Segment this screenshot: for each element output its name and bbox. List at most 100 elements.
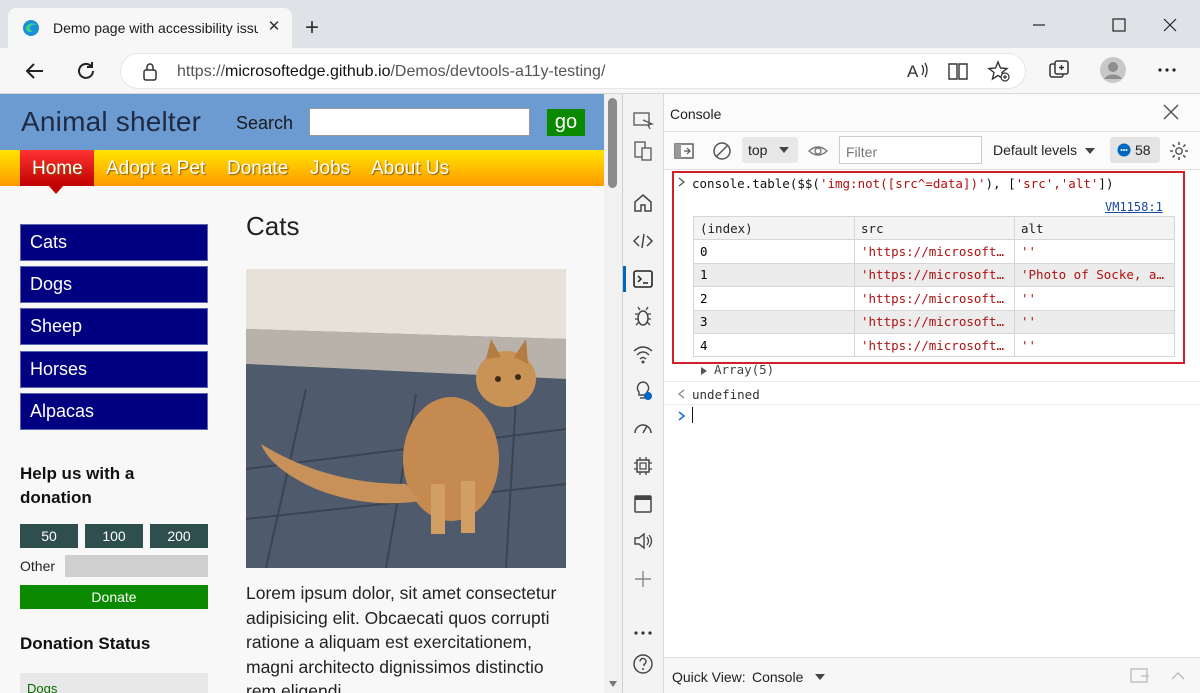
table-header[interactable]: (index) bbox=[693, 215, 855, 241]
nav-item-donate[interactable]: Donate bbox=[227, 158, 288, 180]
table-header[interactable]: src bbox=[854, 215, 1015, 241]
refresh-icon[interactable] bbox=[73, 58, 99, 84]
context-value: top bbox=[748, 142, 768, 158]
search-input[interactable] bbox=[309, 108, 530, 136]
message-count-badge[interactable]: 58 bbox=[1110, 137, 1160, 163]
back-arrow-icon[interactable] bbox=[22, 58, 48, 84]
sidebar-item-alpacas[interactable]: Alpacas bbox=[20, 393, 208, 430]
table-header[interactable]: alt bbox=[1014, 215, 1175, 241]
more-tools-icon[interactable] bbox=[632, 622, 654, 644]
table-cell-src: 'https://microsoft… bbox=[854, 262, 1015, 288]
devtools-header: Console bbox=[664, 94, 1200, 132]
scroll-thumb[interactable] bbox=[608, 98, 617, 188]
console-input-cursor[interactable] bbox=[692, 407, 693, 423]
table-cell-index: 3 bbox=[693, 309, 855, 334]
devtools-panel: Console top Filter Default levels 58 con… bbox=[622, 94, 1200, 693]
welcome-home-icon[interactable] bbox=[632, 192, 654, 214]
log-levels-select[interactable]: Default levels bbox=[993, 142, 1077, 158]
sidebar-item-label: Alpacas bbox=[30, 401, 95, 421]
network-icon[interactable] bbox=[632, 343, 654, 365]
message-icon bbox=[1117, 143, 1131, 157]
more-icon[interactable] bbox=[1155, 58, 1179, 82]
source-link[interactable]: VM1158:1 bbox=[1105, 200, 1163, 214]
sidebar-item-dogs[interactable]: Dogs bbox=[20, 266, 208, 303]
nav-item-jobs[interactable]: Jobs bbox=[310, 158, 350, 180]
filter-input[interactable]: Filter bbox=[839, 136, 982, 164]
site-title: Animal shelter bbox=[21, 106, 202, 137]
toggle-sidebar-icon[interactable] bbox=[673, 140, 695, 162]
device-emulation-icon[interactable] bbox=[632, 140, 654, 162]
immersive-reader-icon[interactable] bbox=[946, 59, 970, 83]
table-row: 2 'https://microsoft… '' bbox=[693, 286, 1175, 311]
chevron-down-icon bbox=[815, 674, 825, 680]
console-icon[interactable] bbox=[632, 268, 654, 290]
memory-chip-icon[interactable] bbox=[632, 455, 654, 477]
minimize-icon[interactable] bbox=[1019, 10, 1059, 40]
help-icon[interactable] bbox=[632, 653, 654, 675]
inspect-icon[interactable] bbox=[632, 110, 654, 132]
add-tool-icon[interactable] bbox=[632, 568, 654, 590]
tab-title: Demo page with accessibility issues bbox=[53, 20, 258, 36]
nav-item-home[interactable]: Home bbox=[32, 158, 83, 180]
scroll-down-icon[interactable] bbox=[609, 681, 617, 687]
console-separator bbox=[664, 404, 1200, 405]
application-icon[interactable] bbox=[632, 493, 654, 515]
table-cell-index: 1 bbox=[693, 262, 855, 288]
clear-console-icon[interactable] bbox=[711, 140, 733, 162]
result-chevron-icon bbox=[678, 389, 685, 399]
lorem-paragraph: Lorem ipsum dolor, sit amet consectetur … bbox=[246, 583, 557, 693]
tab-close-icon[interactable]: ✕ bbox=[264, 17, 284, 37]
performance-icon[interactable] bbox=[632, 418, 654, 440]
sidebar-item-horses[interactable]: Horses bbox=[20, 351, 208, 388]
amount-50-button[interactable]: 50 bbox=[20, 524, 78, 548]
issues-lightbulb-icon[interactable] bbox=[632, 380, 654, 402]
array-summary[interactable]: Array(5) bbox=[714, 362, 774, 377]
lock-icon[interactable] bbox=[141, 62, 159, 82]
collections-icon[interactable] bbox=[1047, 58, 1071, 82]
table-cell-src: 'https://microsoft… bbox=[854, 332, 1015, 358]
web-page: Animal shelter Search go Home Adopt a Pe… bbox=[0, 94, 622, 693]
devtools-main: Console top Filter Default levels 58 con… bbox=[664, 94, 1200, 693]
audio-speaker-icon[interactable] bbox=[632, 530, 654, 552]
live-expression-eye-icon[interactable] bbox=[807, 140, 829, 162]
close-window-icon[interactable] bbox=[1150, 10, 1190, 40]
svg-text:A: A bbox=[907, 62, 919, 81]
sidebar-item-cats[interactable]: Cats bbox=[20, 224, 208, 261]
browser-titlebar: Demo page with accessibility issues ✕ + bbox=[0, 0, 1200, 48]
page-scrollbar[interactable] bbox=[604, 94, 622, 693]
table-cell-src: 'https://microsoft… bbox=[854, 309, 1015, 334]
expand-triangle-icon[interactable] bbox=[700, 366, 708, 376]
console-output[interactable]: console.table($$('img:not([src^=data])')… bbox=[664, 171, 1200, 657]
table-cell-index: 2 bbox=[693, 286, 855, 311]
browser-tab[interactable]: Demo page with accessibility issues ✕ bbox=[8, 8, 292, 48]
quick-view-select[interactable]: Console bbox=[752, 669, 803, 685]
profile-icon[interactable] bbox=[1099, 56, 1127, 84]
elements-icon[interactable] bbox=[632, 230, 654, 252]
chevron-up-icon[interactable] bbox=[1168, 666, 1188, 686]
context-select[interactable]: top bbox=[742, 137, 798, 163]
other-amount-input[interactable] bbox=[65, 555, 208, 577]
go-button[interactable]: go bbox=[547, 109, 585, 136]
donate-button[interactable]: Donate bbox=[20, 585, 208, 609]
table-cell-index: 4 bbox=[693, 332, 855, 358]
new-tab-icon[interactable]: + bbox=[301, 16, 323, 40]
close-panel-icon[interactable] bbox=[1161, 102, 1181, 122]
amount-200-button[interactable]: 200 bbox=[150, 524, 208, 548]
url-input[interactable]: https://microsoftedge.github.io/Demos/de… bbox=[120, 53, 1026, 89]
maximize-icon[interactable] bbox=[1099, 10, 1139, 40]
amount-100-button[interactable]: 100 bbox=[85, 524, 143, 548]
console-settings-gear-icon[interactable] bbox=[1168, 140, 1190, 162]
table-cell-index: 0 bbox=[693, 239, 855, 264]
dock-icon[interactable] bbox=[1129, 666, 1151, 686]
nav-item-adopt[interactable]: Adopt a Pet bbox=[106, 158, 205, 180]
nav-item-about[interactable]: About Us bbox=[371, 158, 449, 180]
nav-active-indicator bbox=[49, 186, 63, 194]
sidebar-item-sheep[interactable]: Sheep bbox=[20, 308, 208, 345]
read-aloud-icon[interactable]: A bbox=[905, 59, 929, 83]
panel-title: Console bbox=[670, 106, 722, 122]
table-cell-src: 'https://microsoft… bbox=[854, 239, 1015, 264]
add-favorite-icon[interactable] bbox=[987, 59, 1011, 83]
table-row: 3 'https://microsoft… '' bbox=[693, 309, 1175, 334]
sources-bug-icon[interactable] bbox=[632, 305, 654, 327]
input-chevron-icon bbox=[678, 177, 686, 187]
